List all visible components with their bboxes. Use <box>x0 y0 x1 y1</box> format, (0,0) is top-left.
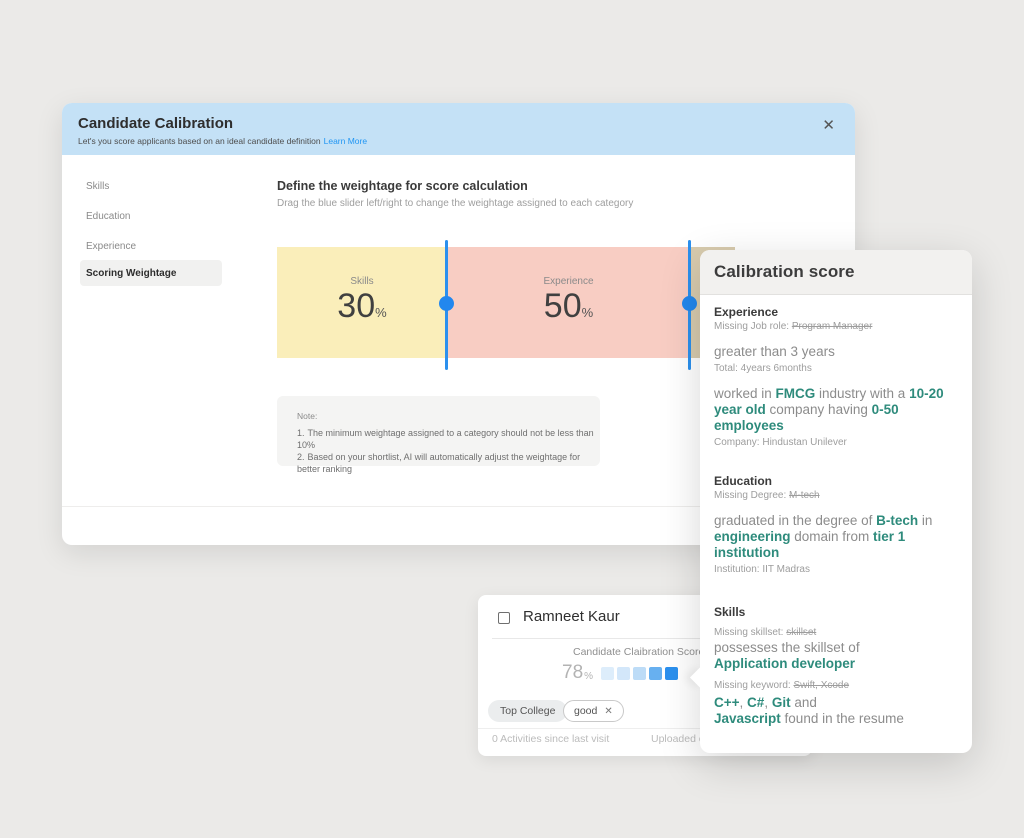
score-square <box>617 667 630 680</box>
skills-heading: Skills <box>714 605 958 619</box>
tag-label: good <box>574 705 597 717</box>
close-icon[interactable]: ✕ <box>822 118 835 133</box>
tag-top-college: Top College <box>488 700 567 722</box>
note-items: 1.The minimum weightage assigned to a ca… <box>297 427 600 475</box>
note-item: 2.Based on your shortlist, AI will autom… <box>297 451 600 475</box>
segment-value: 30% <box>277 288 447 325</box>
sidebar-item-experience[interactable]: Experience <box>80 233 222 259</box>
sidebar-item-skills[interactable]: Skills <box>80 173 222 199</box>
slider-segment-skills: Skills 30% <box>277 247 447 358</box>
sidebar-item-label: Scoring Weightage <box>86 268 176 279</box>
tag-remove-icon[interactable]: ✕ <box>604 706 612 717</box>
score-square <box>665 667 678 680</box>
education-institution-sub: Institution: IIT Madras <box>714 564 958 575</box>
education-missing: Missing Degree: M-tech <box>714 490 958 501</box>
slider-segment-experience: Experience 50% <box>447 247 690 358</box>
activities-text: 0 Activities since last visit <box>492 733 609 745</box>
slider-handle-2[interactable] <box>682 296 697 311</box>
section-subheading: Drag the blue slider left/right to chang… <box>277 198 633 209</box>
popover-body: Experience Missing Job role: Program Man… <box>700 295 972 727</box>
note-label: Note: <box>297 411 317 421</box>
missing-keyword-value: Swift, Xcode <box>793 680 849 691</box>
missing-degree-value: M-tech <box>789 490 820 501</box>
sidebar-item-label: Education <box>86 211 130 222</box>
calibration-score: 78 % <box>562 662 678 684</box>
tag-good: good ✕ <box>563 700 624 722</box>
score-square <box>649 667 662 680</box>
slider-handle-1[interactable] <box>439 296 454 311</box>
sidebar-item-label: Skills <box>86 181 109 192</box>
segment-label: Skills <box>277 276 447 287</box>
score-value: 78 <box>562 662 583 684</box>
segment-value: 50% <box>447 288 690 325</box>
experience-duration-sub: Total: 4years 6months <box>714 363 958 374</box>
segment-unit: % <box>375 305 387 320</box>
missing-job-role-value: Program Manager <box>792 321 873 332</box>
section-heading: Define the weightage for score calculati… <box>277 179 528 193</box>
skills-skillset: possesses the skillset of Application de… <box>714 640 958 672</box>
skills-missing-keyword: Missing keyword: Swift, Xcode <box>714 680 958 691</box>
segment-unit: % <box>582 305 594 320</box>
score-unit: % <box>584 671 593 682</box>
experience-missing: Missing Job role: Program Manager <box>714 321 958 332</box>
candidate-name: Ramneet Kaur <box>523 608 620 625</box>
sidebar-item-scoring-weightage[interactable]: Scoring Weightage <box>80 260 222 286</box>
education-degree: graduated in the degree of B-tech in eng… <box>714 513 958 561</box>
experience-industry: worked in FMCG industry with a 10-20 yea… <box>714 386 958 434</box>
sidebar-item-education[interactable]: Education <box>80 203 222 229</box>
experience-duration: greater than 3 years <box>714 344 958 360</box>
modal-header: Candidate Calibration Let's you score ap… <box>62 103 855 155</box>
popover-title: Calibration score <box>714 262 855 282</box>
skills-missing-skillset: Missing skillset: skillset <box>714 627 958 638</box>
note-item: 1.The minimum weightage assigned to a ca… <box>297 427 600 451</box>
modal-title: Candidate Calibration <box>78 115 233 132</box>
skills-keywords: C++, C#, Git and Javascript found in the… <box>714 695 958 727</box>
calibration-score-label: Candidate Claibration Score <box>573 646 704 658</box>
sidebar-item-label: Experience <box>86 241 136 252</box>
score-squares <box>601 667 678 680</box>
missing-skillset-value: skillset <box>786 627 816 638</box>
popover-header: Calibration score <box>700 250 972 295</box>
experience-company-sub: Company: Hindustan Unilever <box>714 437 958 448</box>
modal-subtitle: Let's you score applicants based on an i… <box>78 136 367 146</box>
score-square <box>601 667 614 680</box>
note-box: Note: 1.The minimum weightage assigned t… <box>277 396 600 466</box>
learn-more-link[interactable]: Learn More <box>324 136 367 146</box>
segment-label: Experience <box>447 276 690 287</box>
tag-label: Top College <box>500 705 555 717</box>
education-heading: Education <box>714 474 958 488</box>
experience-heading: Experience <box>714 305 958 319</box>
modal-subtitle-text: Let's you score applicants based on an i… <box>78 136 321 146</box>
score-square <box>633 667 646 680</box>
candidate-checkbox[interactable] <box>498 612 510 624</box>
calibration-score-popover: Calibration score Experience Missing Job… <box>700 250 972 753</box>
